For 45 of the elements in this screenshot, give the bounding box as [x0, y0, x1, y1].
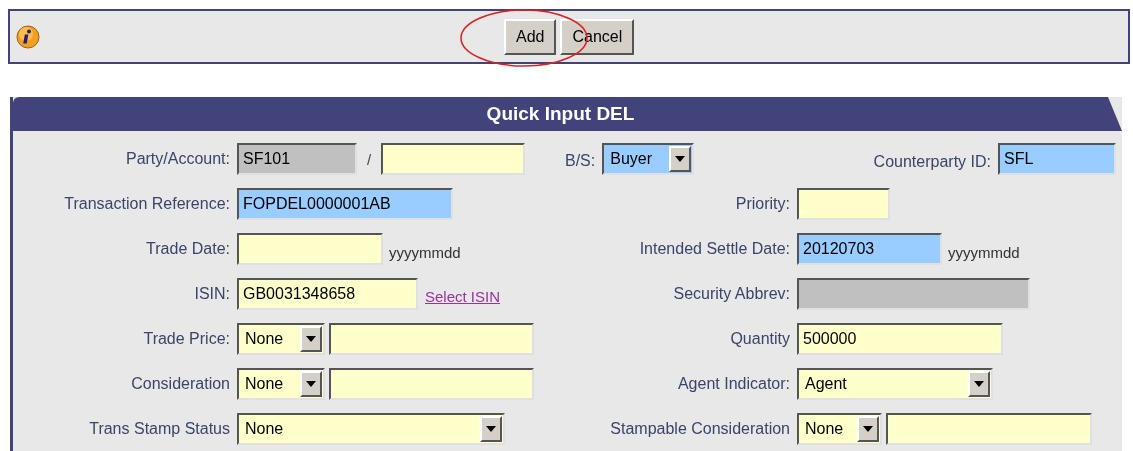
- field-label: B/S:: [565, 151, 596, 171]
- input-field[interactable]: FOPDEL0000001AB: [237, 188, 453, 220]
- field-label: Trade Date:: [145, 239, 230, 259]
- dropdown-arrow-icon: [486, 426, 496, 432]
- dropdown[interactable]: None: [797, 413, 882, 445]
- dropdown-arrow-icon: [675, 156, 686, 162]
- field-label: Intended Settle Date:: [638, 239, 790, 259]
- field-label: Security Abbrev:: [672, 284, 790, 304]
- field-label: Consideration: [130, 374, 230, 394]
- field-label: Stampable Consideration: [609, 419, 790, 439]
- field-label: Agent Indicator:: [676, 374, 790, 394]
- field-label: Trans Stamp Status: [88, 419, 230, 439]
- input-field[interactable]: [329, 323, 534, 355]
- input-field[interactable]: [886, 413, 1092, 445]
- field-label: ISIN:: [193, 284, 230, 304]
- input-field[interactable]: GB0031348658: [237, 278, 418, 310]
- field-label: Trade Price:: [142, 329, 230, 349]
- info-icon: [16, 24, 40, 49]
- dropdown-arrow-icon: [306, 381, 316, 387]
- field-label: Priority:: [734, 194, 790, 214]
- format-hint: yyyymmdd: [389, 242, 461, 263]
- dropdown[interactable]: Buyer: [602, 143, 695, 175]
- format-hint: yyyymmdd: [948, 242, 1020, 263]
- dropdown-arrow-icon: [306, 336, 316, 342]
- input-field[interactable]: SFL: [998, 143, 1116, 175]
- dropdown[interactable]: Agent: [797, 368, 993, 400]
- input-field[interactable]: [381, 143, 526, 175]
- input-field[interactable]: [797, 188, 890, 220]
- dropdown-arrow-icon: [974, 381, 984, 387]
- panel-title: Quick Input DEL: [486, 101, 635, 126]
- dropdown[interactable]: None: [237, 368, 325, 400]
- input-field[interactable]: [237, 233, 383, 265]
- select-link[interactable]: Select ISIN: [425, 285, 501, 308]
- field-label: Quantity: [729, 329, 790, 349]
- field-label: Party/Account:: [124, 149, 230, 169]
- field-label: Counterparty ID:: [873, 152, 991, 172]
- dropdown-arrow-icon: [863, 426, 873, 432]
- dropdown[interactable]: None: [237, 323, 325, 355]
- field-label: Transaction Reference:: [63, 194, 230, 214]
- input-field[interactable]: 500000: [797, 323, 1003, 355]
- separator-text: /: [367, 149, 372, 170]
- toolbar-button[interactable]: Add: [504, 18, 557, 55]
- input-field[interactable]: 20120703: [797, 233, 942, 265]
- dropdown[interactable]: None: [237, 413, 505, 445]
- input-field[interactable]: [329, 368, 534, 400]
